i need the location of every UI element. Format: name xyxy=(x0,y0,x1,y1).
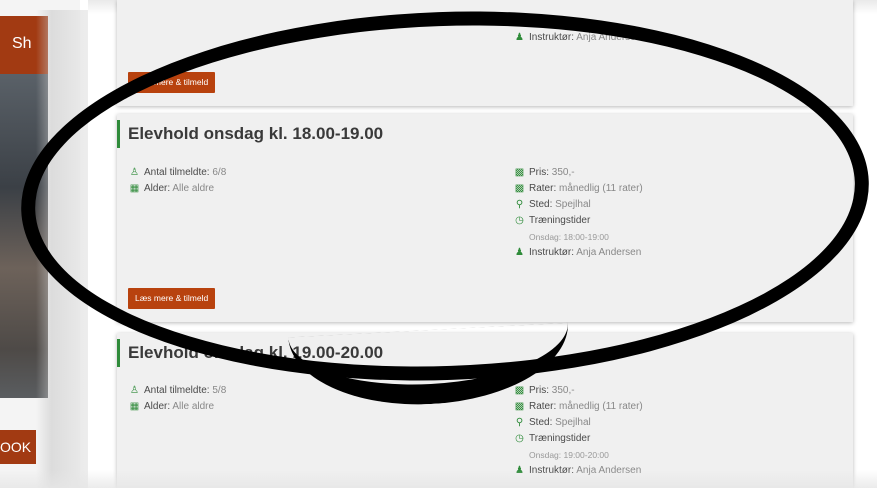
price-row: ▩ Pris: 350,- xyxy=(514,165,643,181)
window-edge-shadow xyxy=(36,10,88,488)
training-times-row: ◷ Træningstider xyxy=(514,431,643,447)
instructor-row: ♟Instruktør: Anja Andersen xyxy=(514,30,641,46)
bottom-fade xyxy=(0,470,877,488)
place-row: ⚲ Sted: Spejlhal xyxy=(514,197,643,213)
price-row: ▩ Pris: 350,- xyxy=(514,383,643,399)
calendar-icon: ▦ xyxy=(129,401,140,412)
enrolled-row: ♙ Antal tilmeldte: 5/8 xyxy=(129,383,226,399)
calendar-icon: ▦ xyxy=(129,183,140,194)
training-time-value: Onsdag: 19:00-20:00 xyxy=(529,450,609,460)
training-time-value: Onsdag: 18:00-19:00 xyxy=(529,232,609,242)
course-card-previous: Onsdag ♟ Instruktør: Anja Andersen Læs me… xyxy=(117,0,853,106)
course-title: Elevhold onsdag kl. 19.00-20.00 xyxy=(117,339,383,367)
rates-row: ▩ Rater: månedlig (11 rater) xyxy=(514,399,643,415)
read-more-enroll-button[interactable]: Læs mere & tilmeld xyxy=(128,288,216,309)
instructor-row: ♟Instruktør: Anja Andersen xyxy=(514,245,643,261)
training-times-row: ◷ Træningstider xyxy=(514,213,643,229)
training-time-value: Onsdag xyxy=(529,17,559,27)
users-icon: ♙ xyxy=(130,167,139,178)
age-row: ▦ Alder: Alle aldre xyxy=(129,399,226,415)
age-row: ▦ Alder: Alle aldre xyxy=(129,181,226,197)
clock-icon: ◷ xyxy=(515,215,524,226)
clock-icon: ◷ xyxy=(515,433,524,444)
enrolled-row: ♙ Antal tilmeldte: 6/8 xyxy=(129,165,226,181)
user-icon: ♟ xyxy=(515,32,524,43)
rates-row: ▩ Rater: månedlig (11 rater) xyxy=(514,181,643,197)
book-button-fragment[interactable]: OOK xyxy=(0,430,36,464)
place-row: ⚲ Sted: Spejlhal xyxy=(514,415,643,431)
money-icon: ▩ xyxy=(514,385,525,396)
users-icon: ♙ xyxy=(130,385,139,396)
course-list: Onsdag ♟ Instruktør: Anja Andersen Læs me… xyxy=(88,0,877,488)
read-more-enroll-button[interactable]: Læs mere & tilmeld xyxy=(128,72,216,93)
course-card: Elevhold onsdag kl. 19.00-20.00 ♙ Antal t… xyxy=(117,333,853,488)
money-icon: ▩ xyxy=(514,183,525,194)
user-icon: ♟ xyxy=(515,247,524,258)
course-card: Elevhold onsdag kl. 18.00-19.00 ♙ Antal t… xyxy=(117,114,853,322)
course-title: Elevhold onsdag kl. 18.00-19.00 xyxy=(117,120,383,148)
map-marker-icon: ⚲ xyxy=(515,199,524,210)
money-icon: ▩ xyxy=(514,167,525,178)
header-text-fragment: Sh xyxy=(12,35,32,52)
map-marker-icon: ⚲ xyxy=(515,417,524,428)
money-icon: ▩ xyxy=(514,401,525,412)
